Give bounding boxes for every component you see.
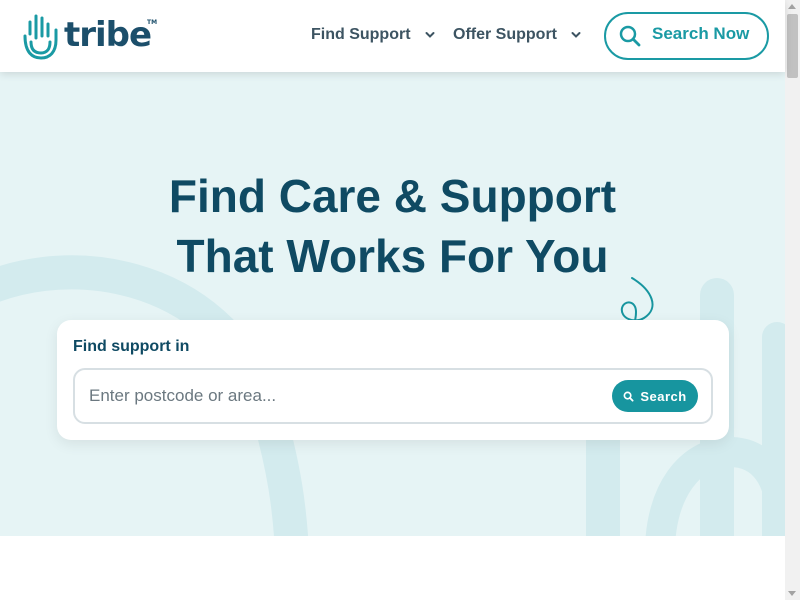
page-scrollbar[interactable] [785,0,800,600]
postcode-search-input[interactable] [89,370,589,422]
hand-logo-icon [23,14,58,60]
search-now-button[interactable]: Search Now [604,12,769,60]
scrollbar-thumb[interactable] [787,14,798,78]
hero-section: Find Care & Support That Works For You F… [0,72,785,536]
find-support-label: Find support in [73,338,190,355]
search-icon [619,25,641,47]
trademark-mark: TM [147,19,158,26]
scroll-down-arrow-icon[interactable] [788,591,796,596]
search-now-label: Search Now [652,24,750,43]
hero-background-shapes [0,255,785,536]
search-icon [623,391,634,402]
chevron-down-icon [425,32,435,38]
tribe-logo[interactable]: tribe TM [22,12,158,60]
hero-title-line-1: Find Care & Support [168,170,617,222]
chevron-down-icon [571,32,581,38]
nav-find-support-label: Find Support [311,26,411,43]
search-button-label: Search [640,388,687,404]
nav-offer-support[interactable]: Offer Support [453,26,581,44]
scroll-up-arrow-icon[interactable] [788,4,796,9]
search-field: Search [73,368,713,424]
hero-title-line-2: That Works For You [176,230,609,282]
nav-find-support[interactable]: Find Support [311,26,435,44]
logo-wordmark: tribe TM [64,15,158,55]
search-button[interactable]: Search [612,380,698,412]
site-header: tribe TM Find Support Offer Support Sear… [0,0,785,72]
nav-offer-support-label: Offer Support [453,26,557,43]
find-support-card: Find support in Search [57,320,729,440]
